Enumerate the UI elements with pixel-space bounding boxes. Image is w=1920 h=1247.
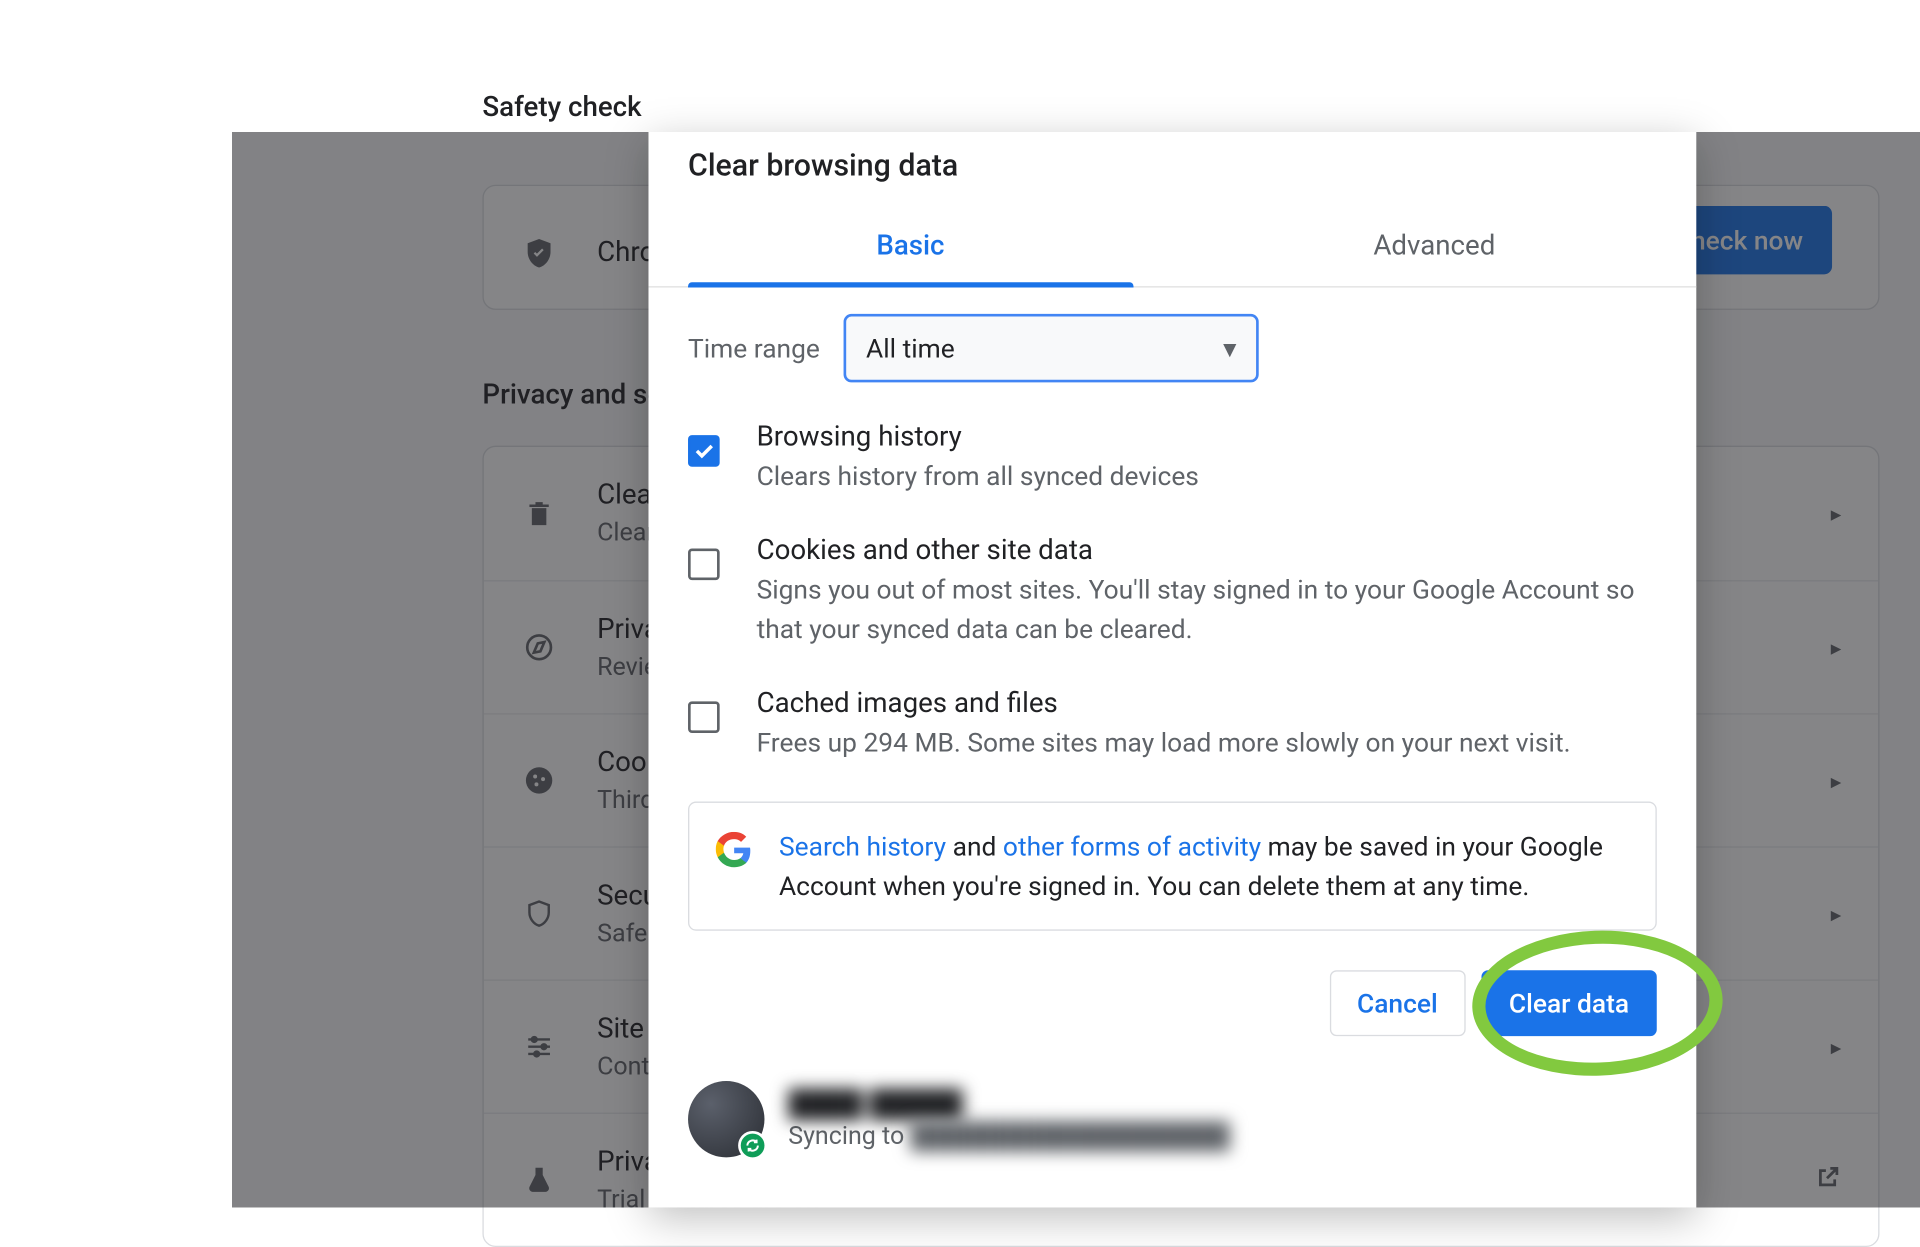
search-history-link[interactable]: Search history bbox=[779, 831, 946, 863]
sync-status: Syncing to ██████████████████ bbox=[788, 1120, 1230, 1152]
checkbox-browsing-history[interactable] bbox=[688, 435, 720, 467]
option-sub: Frees up 294 MB. Some sites may load mor… bbox=[757, 722, 1571, 762]
checkbox-cached[interactable] bbox=[688, 701, 720, 733]
time-range-label: Time range bbox=[688, 332, 820, 364]
sync-account-row: ████ █████ Syncing to ██████████████████ bbox=[648, 1063, 1696, 1158]
tab-advanced[interactable]: Advanced bbox=[1172, 207, 1696, 286]
option-sub: Signs you out of most sites. You'll stay… bbox=[757, 570, 1657, 649]
dropdown-arrow-icon: ▾ bbox=[1223, 332, 1236, 364]
option-title: Cached images and files bbox=[757, 688, 1571, 720]
sync-badge-icon bbox=[738, 1131, 767, 1160]
dialog-title: Clear browsing data bbox=[648, 132, 1696, 207]
account-name: ████ █████ bbox=[788, 1087, 1230, 1120]
clear-browsing-data-dialog: Clear browsing data Basic Advanced Time … bbox=[648, 132, 1696, 1207]
safety-check-heading: Safety check bbox=[482, 92, 641, 124]
option-title: Cookies and other site data bbox=[757, 535, 1657, 567]
time-range-select[interactable]: All time ▾ bbox=[844, 314, 1259, 383]
option-cookies[interactable]: Cookies and other site data Signs you ou… bbox=[688, 535, 1657, 648]
google-logo-icon bbox=[716, 832, 753, 874]
option-sub: Clears history from all synced devices bbox=[757, 456, 1199, 496]
tab-basic[interactable]: Basic bbox=[648, 207, 1172, 286]
option-title: Browsing history bbox=[757, 422, 1199, 454]
option-cached[interactable]: Cached images and files Frees up 294 MB.… bbox=[688, 688, 1657, 762]
avatar bbox=[688, 1081, 764, 1157]
checkbox-cookies[interactable] bbox=[688, 548, 720, 580]
time-range-value: All time bbox=[866, 332, 955, 364]
clear-data-button[interactable]: Clear data bbox=[1481, 970, 1657, 1036]
google-activity-info: Search history and other forms of activi… bbox=[688, 802, 1657, 931]
other-activity-link[interactable]: other forms of activity bbox=[1003, 831, 1261, 863]
dialog-tabs: Basic Advanced bbox=[648, 207, 1696, 287]
cancel-button[interactable]: Cancel bbox=[1329, 970, 1465, 1036]
info-text: Search history and other forms of activi… bbox=[779, 827, 1629, 906]
option-browsing-history[interactable]: Browsing history Clears history from all… bbox=[688, 422, 1657, 496]
